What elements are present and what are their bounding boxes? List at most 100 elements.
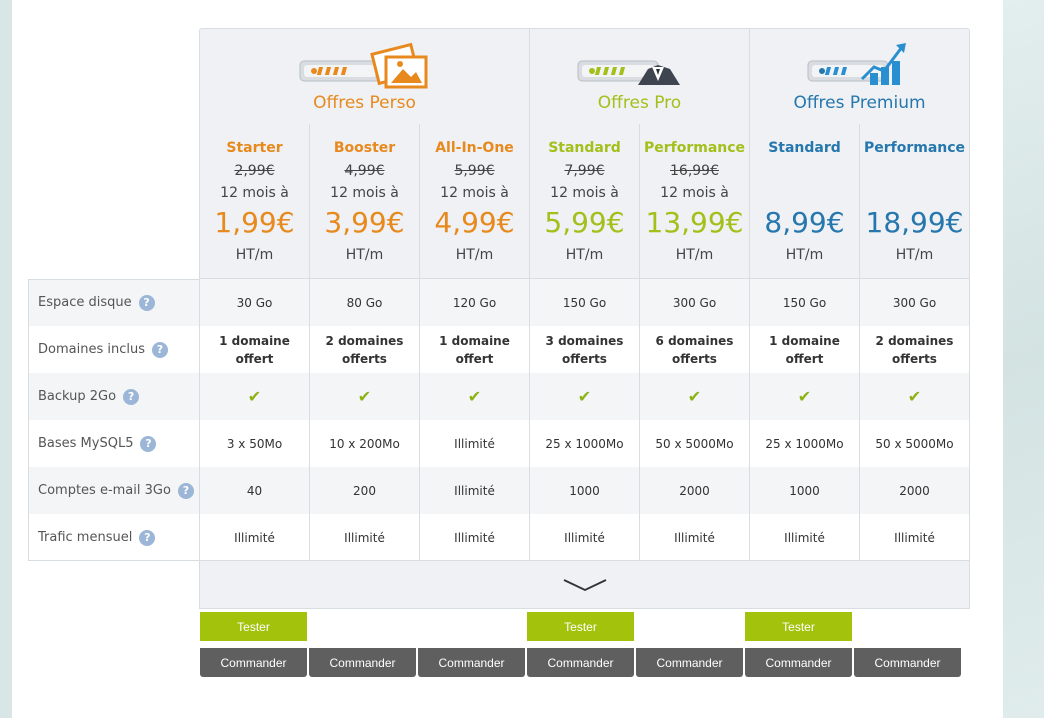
feature-value-text: 6 domaines offerts [655,333,734,366]
checkmark: ✔ [467,386,482,406]
feature-value-text: 30 Go [236,295,273,310]
commander-button-all-in-one[interactable]: Commander [418,648,525,677]
plan-duration: 12 mois à [550,185,619,201]
feature-value: 50 x 5000Mo [859,420,969,467]
feature-value-text: 80 Go [346,295,383,310]
plan-duration: 12 mois à [660,185,729,201]
feature-value-text: Illimité [454,530,495,545]
feature-label-text: Espace disque [38,295,132,310]
commander-button-pro-performance[interactable]: Commander [636,648,743,677]
feature-value: 1 domaine offert [199,326,309,373]
feature-value: 80 Go [309,279,419,326]
background-left [0,0,12,718]
plan-name: Standard [548,140,621,156]
check-icon: ✔ [639,373,749,420]
plan-booster: Booster 4,99€ 12 mois à 3,99€ HT/m [309,124,419,279]
table-border [969,124,970,608]
plan-old-price: 7,99€ [564,163,605,179]
feature-label-text: Domaines inclus [38,342,145,357]
checkmark: ✔ [907,386,922,406]
plan-unit: HT/m [895,247,934,263]
feature-value: 1000 [529,467,639,514]
feature-value: 1 domaine offert [749,326,859,373]
help-icon[interactable]: ? [123,388,140,405]
feature-value-text: 50 x 5000Mo [655,436,734,451]
plan-unit: HT/m [235,247,274,263]
feature-value-text: Illimité [894,530,935,545]
help-icon[interactable]: ? [151,341,168,358]
feature-value: 150 Go [749,279,859,326]
commander-button-starter[interactable]: Commander [200,648,307,677]
feature-value-text: 1000 [569,483,600,498]
feature-label: Comptes e-mail 3Go? [28,467,200,514]
chevron-down-icon [563,578,606,591]
commander-button-pro-standard[interactable]: Commander [527,648,634,677]
help-icon[interactable]: ? [140,435,157,452]
feature-value-text: Illimité [784,530,825,545]
check-icon: ✔ [749,373,859,420]
feature-value: 2 domaines offerts [309,326,419,373]
checkmark: ✔ [357,386,372,406]
check-icon: ✔ [199,373,309,420]
feature-value: 2000 [859,467,969,514]
server-photos-icon [299,42,428,89]
group-title: Offres Perso [313,93,416,113]
server-growth-chart-icon [807,43,906,85]
plan-name: Performance [863,140,966,156]
feature-value-text: 300 Go [672,295,717,310]
plan-pro-standard: Standard 7,99€ 12 mois à 5,99€ HT/m [529,124,639,279]
feature-value: 150 Go [529,279,639,326]
feature-value: 1000 [749,467,859,514]
plan-price: 5,99€ [544,206,625,239]
feature-value: 3 x 50Mo [199,420,309,467]
commander-button-premium-standard[interactable]: Commander [745,648,852,677]
feature-label-text: Trafic mensuel [38,530,133,545]
check-icon: ✔ [859,373,969,420]
plan-premium-standard: Standard 8,99€ HT/m [749,124,859,279]
feature-value: Illimité [309,514,419,561]
plan-unit: HT/m [675,247,714,263]
feature-value: 200 [309,467,419,514]
feature-value: 300 Go [859,279,969,326]
feature-label: Espace disque? [28,279,200,326]
feature-value-text: 1 domaine offert [439,333,510,366]
feature-label-text: Comptes e-mail 3Go [38,483,171,498]
feature-value-text: 2000 [899,483,930,498]
plan-price: 18,99€ [865,206,964,239]
plan-price: 13,99€ [645,206,744,239]
feature-value-text: 150 Go [562,295,607,310]
feature-value-text: 200 [353,483,376,498]
feature-value-text: Illimité [344,530,385,545]
feature-value-text: Illimité [454,436,495,451]
feature-value-text: 10 x 200Mo [329,436,400,451]
check-icon: ✔ [309,373,419,420]
server-suit-icon [577,60,680,85]
feature-label: Bases MySQL5? [28,420,200,467]
feature-value: 6 domaines offerts [639,326,749,373]
commander-button-premium-performance[interactable]: Commander [854,648,961,677]
feature-value: 25 x 1000Mo [529,420,639,467]
checkmark: ✔ [687,386,702,406]
group-offres-perso: Offres Perso [199,28,530,125]
tester-button-premium[interactable]: Tester [745,612,852,641]
feature-value-text: 2000 [679,483,710,498]
expand-features-button[interactable] [199,560,970,609]
help-icon[interactable]: ? [177,482,194,499]
plan-duration: 12 mois à [440,185,509,201]
commander-button-booster[interactable]: Commander [309,648,416,677]
feature-value: 300 Go [639,279,749,326]
plan-name: Standard [768,140,841,156]
feature-value-text: Illimité [234,530,275,545]
plan-pro-performance: Performance 16,99€ 12 mois à 13,99€ HT/m [639,124,749,279]
feature-value: 30 Go [199,279,309,326]
check-icon: ✔ [529,373,639,420]
tester-button-pro[interactable]: Tester [527,612,634,641]
help-icon[interactable]: ? [138,294,155,311]
tester-button-perso[interactable]: Tester [200,612,307,641]
feature-value: 2 domaines offerts [859,326,969,373]
table-border [28,279,200,280]
feature-value-text: 25 x 1000Mo [545,436,624,451]
help-icon[interactable]: ? [139,529,156,546]
feature-label-text: Bases MySQL5 [38,436,134,451]
feature-label-text: Backup 2Go [38,389,117,404]
